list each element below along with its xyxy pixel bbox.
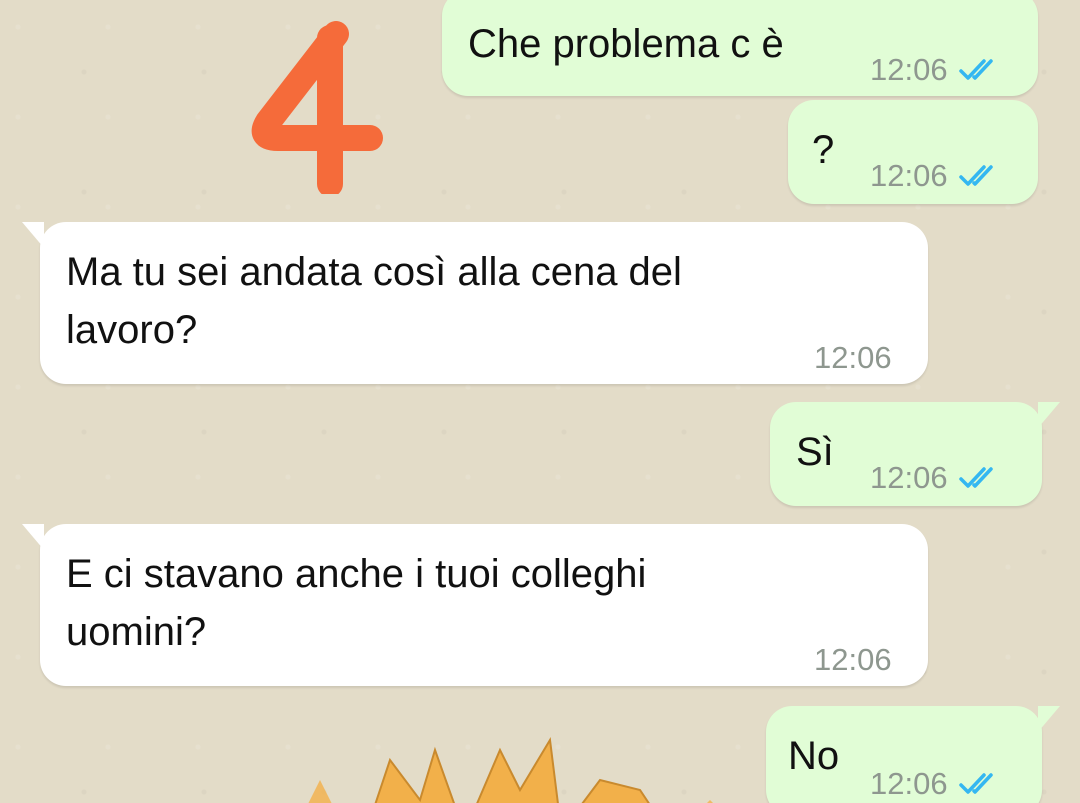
message-bubble-outgoing[interactable]: Sì 12:06 [770,402,1060,506]
message-time: 12:06 [870,158,948,193]
chat-area[interactable]: Che problema c è 12:06 ? 12:06 Ma tu sei… [0,0,1080,803]
handwritten-number-annotation [251,21,383,194]
message-text: Sì [796,430,834,474]
message-time: 12:06 [814,340,892,375]
double-check-icon [958,165,993,186]
message-meta: 12:06 [814,330,892,386]
message-meta: 12:06 [870,42,1004,98]
bubble-tail [22,524,44,550]
message-text-line: uomini? [66,610,207,654]
flower-sticker [308,737,713,803]
message-time: 12:06 [870,52,948,87]
message-text: ? [812,128,835,172]
double-check-icon [958,467,993,488]
message-bubble-outgoing[interactable]: ? 12:06 [788,100,1038,204]
message-time: 12:06 [870,460,948,495]
message-bubble-outgoing[interactable]: Che problema c è 12:06 [442,0,1038,96]
message-meta: 12:06 [870,756,1004,803]
bubble-tail [1038,402,1060,428]
message-meta: 12:06 [814,632,892,688]
message-meta: 12:06 [870,148,1004,204]
message-meta: 12:06 [870,450,1004,506]
message-time: 12:06 [814,642,892,677]
message-text: No [788,734,840,778]
bubble-tail [22,222,44,248]
double-check-icon [958,59,993,80]
message-text-line: lavoro? [66,308,198,352]
message-text: Che problema c è [468,22,784,66]
bubble-tail [1038,706,1060,732]
double-check-icon [958,773,993,794]
message-time: 12:06 [870,766,948,801]
message-bubble-incoming[interactable]: E ci stavano anche i tuoi colleghi uomin… [22,524,928,688]
message-bubble-incoming[interactable]: Ma tu sei andata così alla cena del lavo… [22,222,928,386]
message-text-line: Ma tu sei andata così alla cena del [66,250,682,294]
message-bubble-outgoing[interactable]: No 12:06 [766,706,1060,803]
message-text-line: E ci stavano anche i tuoi colleghi [66,552,647,596]
